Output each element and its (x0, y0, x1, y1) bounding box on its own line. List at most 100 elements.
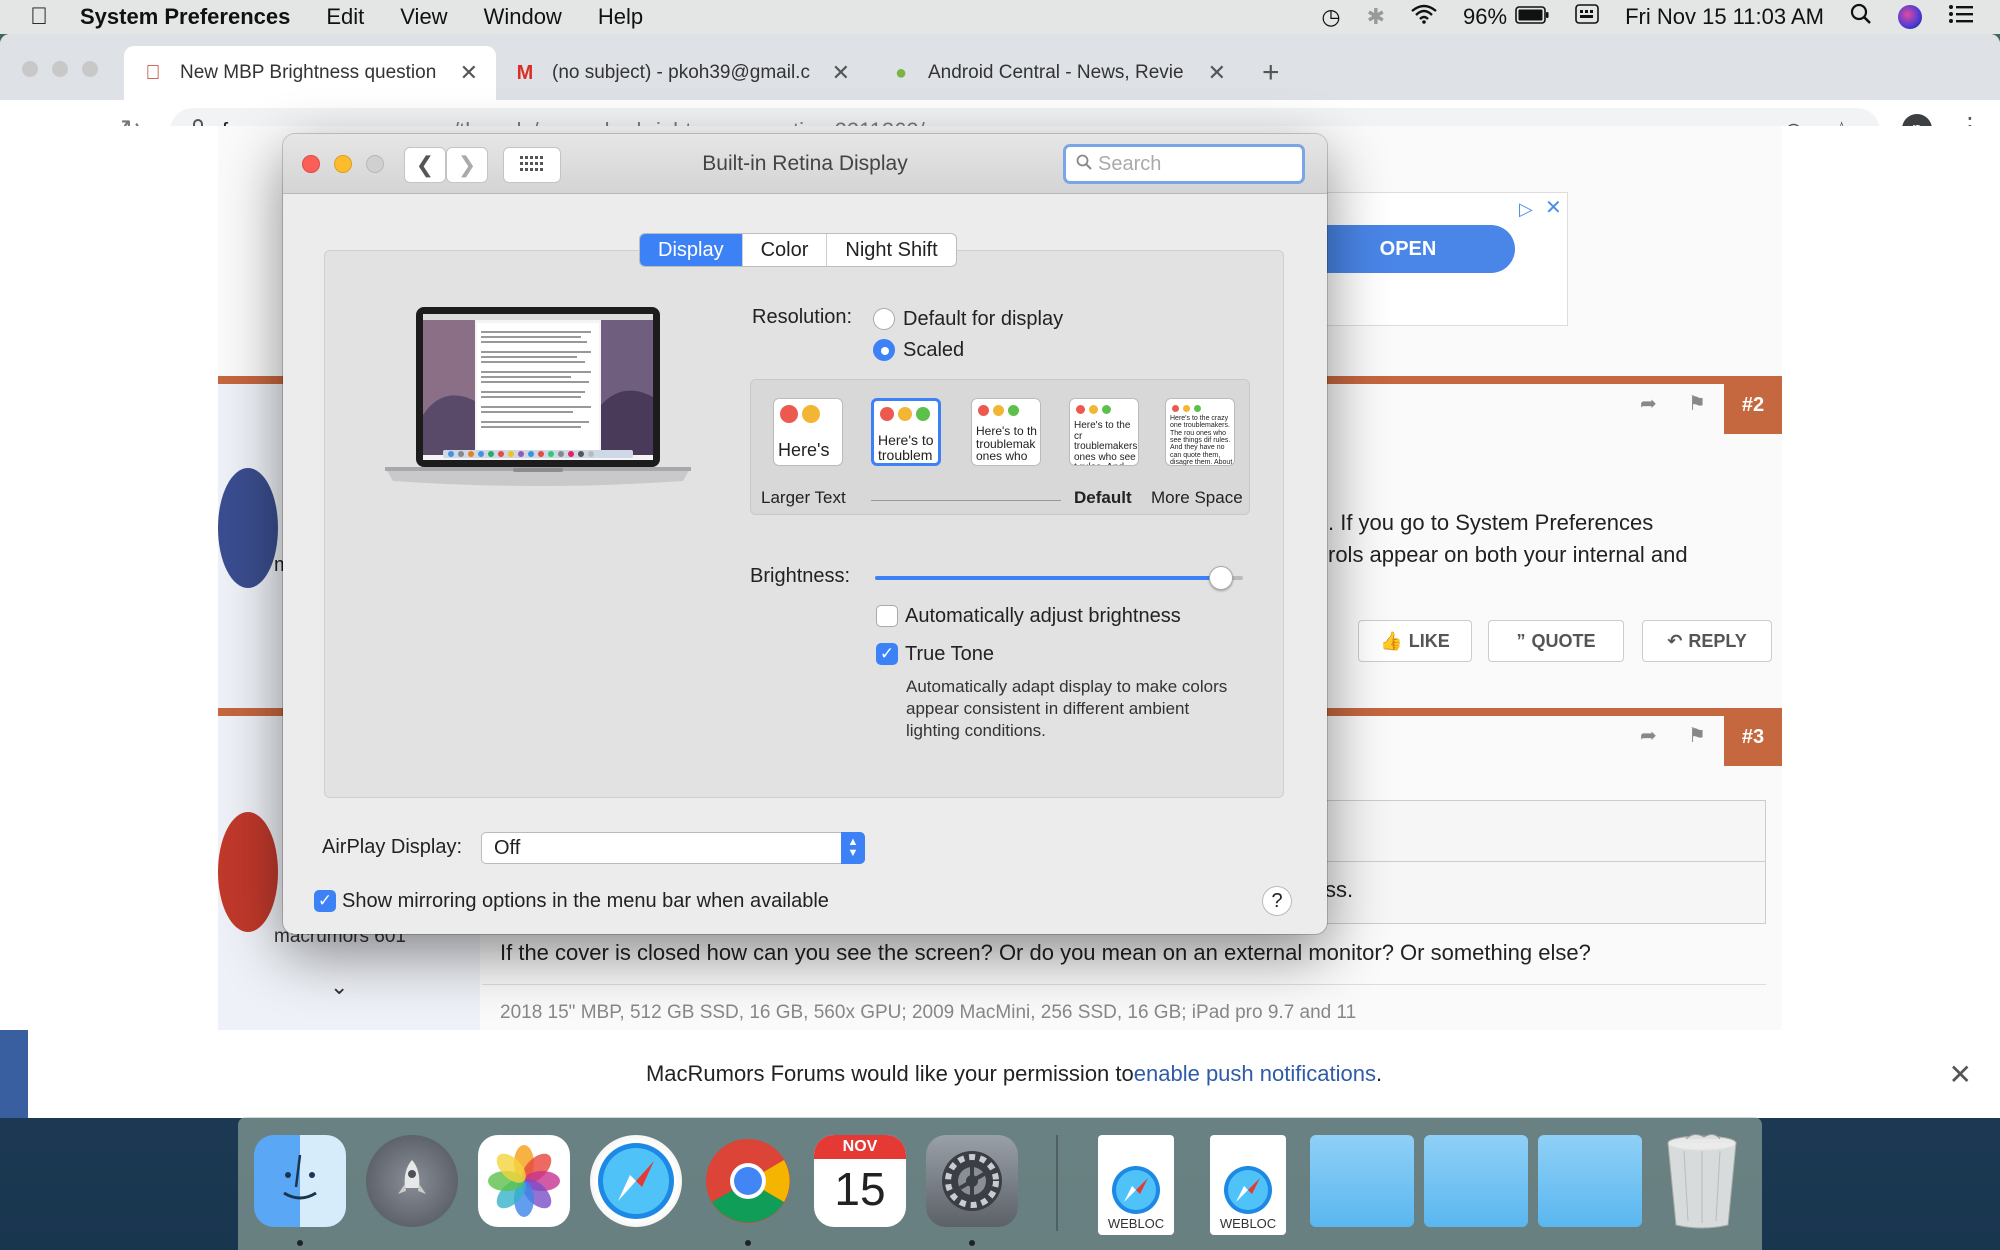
auto-brightness-label[interactable]: Automatically adjust brightness (905, 605, 1181, 628)
radio-scaled[interactable] (873, 339, 895, 361)
true-tone-checkbox[interactable]: ✓ (876, 643, 898, 665)
larger-text-label: Larger Text (761, 488, 846, 507)
more-space-label: More Space (1151, 488, 1243, 507)
chrome-zoom-button[interactable] (82, 61, 98, 77)
post3-number[interactable]: #3 (1724, 708, 1782, 766)
auto-brightness-checkbox[interactable] (876, 605, 898, 627)
system-preferences-icon[interactable] (926, 1135, 1018, 1227)
new-tab-plus-icon[interactable]: + (1262, 56, 1280, 90)
quote-divider (1321, 861, 1765, 862)
safari-icon[interactable] (590, 1135, 682, 1227)
menu-app-name[interactable]: System Preferences (80, 4, 290, 30)
battery-percent[interactable]: 96% (1463, 4, 1507, 30)
photos-icon[interactable] (478, 1135, 570, 1227)
calendar-icon[interactable]: NOV 15 (814, 1135, 906, 1227)
bookmark-icon[interactable]: ⚑ (1688, 723, 1706, 748)
scale-option-text: Here's to th troublemak ones who (976, 424, 1037, 464)
siri-icon[interactable] (1898, 5, 1922, 29)
tab-macrumors[interactable]:  New MBP Brightness question ✕ (124, 46, 496, 100)
menu-view[interactable]: View (400, 4, 447, 30)
tab-close-icon[interactable]: ✕ (832, 60, 850, 86)
launchpad-icon[interactable] (366, 1135, 458, 1227)
true-tone-description: Automatically adapt display to make colo… (906, 676, 1227, 742)
post3-signature: 2018 15" MBP, 512 GB SSD, 16 GB, 560x GP… (500, 1002, 1357, 1023)
ad-close-icon[interactable]: ✕ (1545, 195, 1562, 220)
bookmark-icon[interactable]: ⚑ (1688, 391, 1706, 416)
bluetooth-icon[interactable]: ✱ (1367, 4, 1385, 30)
push-close-icon[interactable]: ✕ (1949, 1058, 1972, 1091)
notification-center-icon[interactable] (1948, 4, 1974, 30)
reply-button[interactable]: ↶ REPLY (1642, 620, 1772, 662)
dock-separator (1056, 1135, 1058, 1231)
post2-avatar[interactable] (218, 468, 278, 588)
macbook-illustration (383, 305, 693, 505)
post2-number[interactable]: #2 (1724, 376, 1782, 434)
push-prefix: MacRumors Forums would like your permiss… (645, 1061, 1134, 1086)
prefs-search-input[interactable]: Search (1063, 144, 1305, 184)
default-label: Default (1074, 488, 1132, 507)
input-source-icon[interactable] (1575, 4, 1599, 30)
enable-push-link[interactable]: enable push notifications (1134, 1061, 1376, 1087)
apple-menu-icon[interactable]:  (30, 3, 48, 31)
scaled-resolution-picker: Here's Here's to troublem Here's to th t… (750, 379, 1250, 515)
menu-help[interactable]: Help (598, 4, 643, 30)
battery-icon[interactable] (1515, 4, 1549, 30)
trash-icon[interactable] (1662, 1133, 1742, 1229)
tab-night-shift[interactable]: Night Shift (826, 234, 955, 266)
default-for-display-label[interactable]: Default for display (903, 308, 1063, 331)
show-mirroring-checkbox[interactable]: ✓ (314, 890, 336, 912)
scale-option-2[interactable]: Here's to troublem (871, 398, 941, 466)
macrumors-icon:  (142, 62, 164, 84)
tab-android-central[interactable]: ● Android Central - News, Revie ✕ (872, 46, 1244, 100)
share-icon[interactable]: ➦ (1640, 723, 1657, 748)
share-icon[interactable]: ➦ (1640, 391, 1657, 416)
chrome-close-button[interactable] (22, 61, 38, 77)
tab-color[interactable]: Color (741, 234, 827, 266)
webloc-label: WEBLOC (1219, 1216, 1277, 1231)
clock-text[interactable]: Fri Nov 15 11:03 AM (1625, 4, 1824, 30)
airplay-display-label: AirPlay Display: (322, 836, 463, 858)
push-notification-bar: MacRumors Forums would like your permiss… (0, 1030, 2000, 1118)
time-machine-icon[interactable]: ◷ (1321, 4, 1340, 30)
folder-icon[interactable] (1538, 1135, 1642, 1227)
menu-window[interactable]: Window (484, 4, 562, 30)
true-tone-label[interactable]: True Tone (905, 643, 994, 666)
scale-option-1[interactable]: Here's (773, 398, 843, 466)
folder-icon[interactable] (1424, 1135, 1528, 1227)
folder-icon[interactable] (1310, 1135, 1414, 1227)
spotlight-search-icon[interactable] (1850, 3, 1872, 31)
menu-edit[interactable]: Edit (326, 4, 364, 30)
chevron-down-icon[interactable]: ⌄ (330, 974, 348, 1000)
scale-axis-line (871, 500, 1061, 501)
chrome-minimize-button[interactable] (52, 61, 68, 77)
wifi-icon[interactable] (1411, 4, 1437, 30)
scale-option-3[interactable]: Here's to th troublemak ones who (971, 398, 1041, 466)
help-button[interactable]: ? (1262, 886, 1292, 916)
tab-display[interactable]: Display (640, 234, 742, 266)
scaled-label[interactable]: Scaled (903, 339, 964, 362)
finder-icon[interactable] (254, 1135, 346, 1227)
quote-block: ss. (1320, 800, 1766, 924)
radio-default-for-display[interactable] (873, 308, 895, 330)
tab-close-icon[interactable]: ✕ (1208, 60, 1226, 86)
like-button[interactable]: 👍 LIKE (1358, 620, 1472, 662)
chrome-icon[interactable] (702, 1135, 794, 1227)
scale-option-default[interactable]: Here's to the cr troublemakers. ones who… (1069, 398, 1139, 466)
webloc-file-icon[interactable]: WEBLOC (1210, 1135, 1286, 1235)
gmail-icon: M (516, 61, 534, 84)
scale-option-text: Here's to the crazy one troublemakers. T… (1170, 415, 1233, 466)
quote-button[interactable]: ” QUOTE (1488, 620, 1624, 662)
scale-option-5[interactable]: Here's to the crazy one troublemakers. T… (1165, 398, 1235, 466)
webloc-file-icon[interactable]: WEBLOC (1098, 1135, 1174, 1235)
ad-open-button[interactable]: OPEN (1301, 225, 1515, 273)
tab-close-icon[interactable]: ✕ (460, 60, 478, 86)
post2-text-line1: . If you go to System Preferences (1328, 510, 1654, 535)
show-mirroring-label[interactable]: Show mirroring options in the menu bar w… (342, 890, 829, 913)
tab-gmail[interactable]: M (no subject) - pkoh39@gmail.c ✕ (496, 46, 868, 100)
android-central-icon: ● (894, 61, 908, 84)
airplay-display-select[interactable]: Off ▲ ▼ (481, 832, 865, 864)
quote-text: ss. (1325, 877, 1354, 902)
adchoices-icon[interactable]: ▷ (1519, 199, 1533, 220)
post3-avatar[interactable] (218, 812, 278, 932)
brightness-slider-knob[interactable] (1208, 566, 1233, 590)
